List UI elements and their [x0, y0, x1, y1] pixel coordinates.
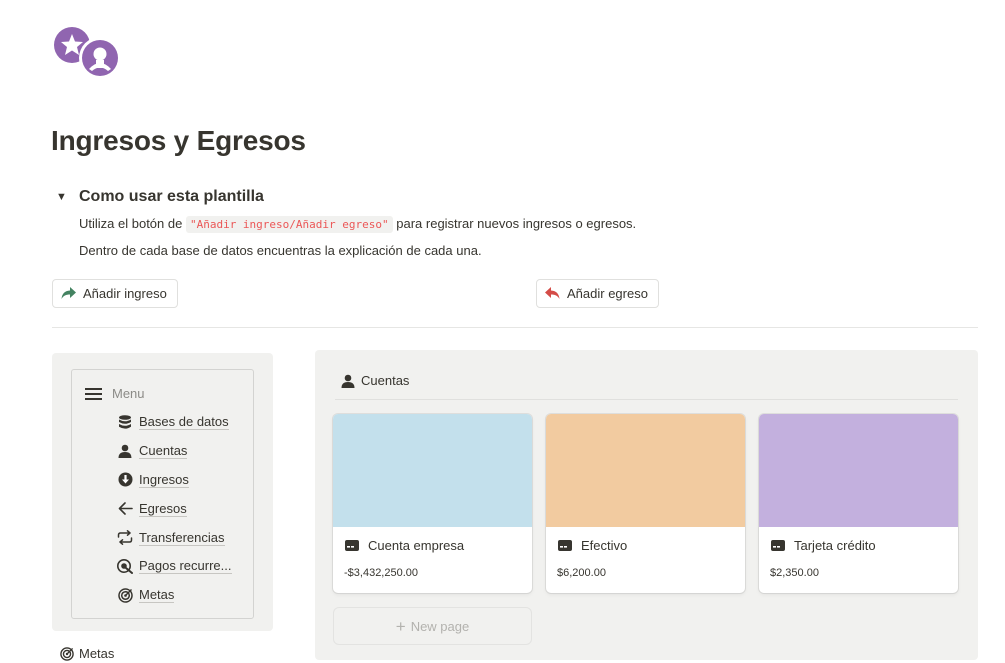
target-icon	[117, 587, 133, 603]
card-cover	[546, 414, 745, 527]
menu-list: Bases de datos Cuentas Ingresos Egresos	[117, 408, 232, 610]
instruction-text-before: Utiliza el botón de	[79, 216, 186, 231]
card-balance: $6,200.00	[557, 567, 606, 579]
reply-arrow-left-icon	[545, 287, 560, 299]
share-arrow-right-icon	[61, 287, 76, 299]
menu-item-ingresos[interactable]: Ingresos	[117, 466, 232, 495]
menu-item-label[interactable]: Cuentas	[139, 443, 188, 460]
menu-header-label: Menu	[112, 386, 145, 401]
gallery-card-efectivo[interactable]: Efectivo $6,200.00	[546, 414, 745, 593]
menu-item-label[interactable]: Bases de datos	[139, 414, 229, 431]
menu-item-cuentas[interactable]: Cuentas	[117, 437, 232, 466]
divider	[52, 327, 978, 328]
page-title: Ingresos y Egresos	[51, 125, 306, 156]
card-balance: -$3,432,250.00	[344, 567, 419, 579]
credit-card-icon	[345, 540, 359, 551]
metas-heading: Metas	[60, 646, 114, 661]
card-title-text: Efectivo	[581, 538, 628, 553]
menu-item-label[interactable]: Egresos	[139, 501, 187, 517]
hamburger-menu-icon	[85, 387, 102, 400]
menu-item-pagos-recurrentes[interactable]: Pagos recurre...	[117, 552, 232, 581]
arrow-down-circle-icon	[117, 472, 133, 488]
toggle-how-to-use[interactable]: ▼ Como usar esta plantilla	[56, 188, 264, 206]
menu-header: Menu	[85, 386, 145, 401]
card-cover	[333, 414, 532, 527]
card-title: Tarjeta crédito	[771, 538, 876, 553]
toggle-caret-icon[interactable]: ▼	[56, 191, 72, 203]
card-title: Efectivo	[558, 538, 627, 553]
card-cover	[759, 414, 958, 527]
menu-item-label[interactable]: Transferencias	[139, 530, 225, 546]
gallery-title: Cuentas	[361, 373, 410, 388]
menu-item-bases-de-datos[interactable]: Bases de datos	[117, 408, 232, 437]
page-icon-stars-avatar[interactable]	[52, 24, 122, 82]
plus-icon: +	[395, 616, 406, 636]
menu-item-label[interactable]: Pagos recurre...	[139, 558, 232, 575]
toggle-title: Como usar esta plantilla	[79, 188, 264, 205]
instruction-line-2: Dentro de cada base de datos encuentras …	[79, 243, 482, 258]
gallery-card-cuenta-empresa[interactable]: Cuenta empresa -$3,432,250.00	[333, 414, 532, 593]
user-icon	[341, 374, 355, 388]
menu-item-egresos[interactable]: Egresos	[117, 494, 232, 523]
add-expense-button[interactable]: Añadir egreso	[536, 279, 659, 308]
database-icon	[117, 414, 133, 430]
target-icon	[60, 646, 74, 661]
cuentas-callout: Cuentas Cuenta empresa -$3,432,250.00 Ef…	[315, 350, 978, 660]
user-icon	[117, 443, 133, 459]
instruction-text-after: para registrar nuevos ingresos o egresos…	[392, 216, 637, 231]
gallery-header[interactable]: Cuentas	[341, 373, 409, 388]
menu-box: Menu Bases de datos Cuentas Ingresos Egr…	[71, 369, 254, 619]
menu-item-metas[interactable]: Metas	[117, 581, 232, 610]
gallery-divider	[335, 399, 958, 400]
menu-callout: Menu Bases de datos Cuentas Ingresos Egr…	[52, 353, 273, 631]
gallery-card-tarjeta-credito[interactable]: Tarjeta crédito $2,350.00	[759, 414, 958, 593]
inline-code: "Añadir ingreso/Añadir egreso"	[185, 216, 393, 233]
instruction-line-1: Utiliza el botón de "Añadir ingreso/Añad…	[79, 216, 637, 233]
new-page-label: New page	[410, 618, 470, 634]
metas-heading-label: Metas	[79, 646, 115, 661]
target-arrow-icon	[117, 558, 133, 575]
arrow-left-icon	[117, 501, 133, 517]
menu-item-label[interactable]: Ingresos	[139, 472, 189, 488]
repeat-icon	[117, 530, 133, 546]
credit-card-icon	[771, 540, 785, 551]
credit-card-icon	[558, 540, 572, 551]
card-title-text: Cuenta empresa	[368, 538, 465, 553]
menu-item-transferencias[interactable]: Transferencias	[117, 523, 232, 552]
add-expense-label: Añadir egreso	[567, 286, 648, 301]
new-page-button[interactable]: + New page	[333, 607, 532, 645]
add-income-label: Añadir ingreso	[83, 286, 167, 301]
menu-item-label[interactable]: Metas	[139, 587, 175, 604]
card-title-text: Tarjeta crédito	[794, 538, 876, 553]
add-income-button[interactable]: Añadir ingreso	[52, 279, 178, 308]
card-balance: $2,350.00	[770, 567, 819, 579]
card-title: Cuenta empresa	[345, 538, 464, 553]
